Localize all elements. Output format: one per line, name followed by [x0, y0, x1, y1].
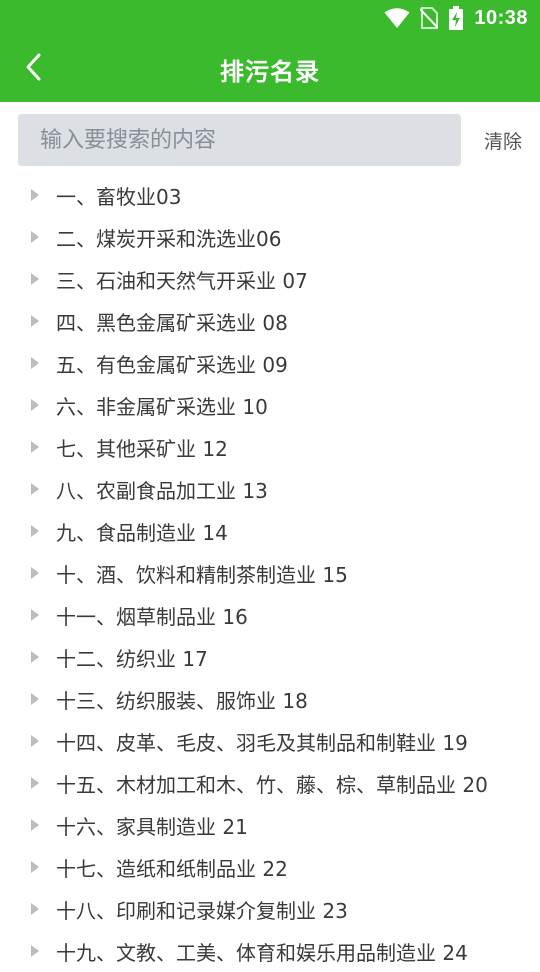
expand-arrow-icon	[0, 902, 56, 916]
list-item[interactable]: 十八、印刷和记录媒介复制业 23	[0, 888, 540, 930]
wifi-icon	[384, 7, 410, 29]
expand-arrow-icon	[0, 818, 56, 832]
list-item[interactable]: 四、黑色金属矿采选业 08	[0, 300, 540, 342]
expand-arrow-icon	[0, 860, 56, 874]
list-item[interactable]: 六、非金属矿采选业 10	[0, 384, 540, 426]
status-bar: 10:38	[0, 0, 540, 36]
no-sim-icon	[420, 7, 439, 29]
expand-arrow-icon	[0, 356, 56, 370]
clear-button[interactable]: 清除	[468, 114, 538, 166]
list-item-label: 六、非金属矿采选业 10	[56, 394, 268, 419]
list-item-label: 十九、文教、工美、体育和娱乐用品制造业 24	[56, 940, 468, 965]
list-item-label: 十一、烟草制品业 16	[56, 604, 248, 629]
page-title: 排污名录	[220, 57, 320, 86]
list-item-label: 十二、纺织业 17	[56, 646, 208, 671]
list-item[interactable]: 二、煤炭开采和洗选业06	[0, 216, 540, 258]
list-item-label: 四、黑色金属矿采选业 08	[56, 310, 288, 335]
expand-arrow-icon	[0, 566, 56, 580]
expand-arrow-icon	[0, 314, 56, 328]
expand-arrow-icon	[0, 398, 56, 412]
list-item[interactable]: 十一、烟草制品业 16	[0, 594, 540, 636]
list-item[interactable]: 十九、文教、工美、体育和娱乐用品制造业 24	[0, 930, 540, 972]
battery-charging-icon	[448, 6, 464, 30]
list-item-label: 八、农副食品加工业 13	[56, 478, 268, 503]
list-item-label: 五、有色金属矿采选业 09	[56, 352, 288, 377]
list-item[interactable]: 五、有色金属矿采选业 09	[0, 342, 540, 384]
list-item[interactable]: 八、农副食品加工业 13	[0, 468, 540, 510]
expand-arrow-icon	[0, 524, 56, 538]
search-bar: 清除	[0, 102, 540, 172]
list-item-label: 二、煤炭开采和洗选业06	[56, 226, 282, 251]
status-time: 10:38	[474, 6, 528, 29]
expand-arrow-icon	[0, 944, 56, 958]
list-item-label: 十五、木材加工和木、竹、藤、棕、草制品业 20	[56, 772, 488, 797]
list-item[interactable]: 十七、造纸和纸制品业 22	[0, 846, 540, 888]
expand-arrow-icon	[0, 230, 56, 244]
expand-arrow-icon	[0, 650, 56, 664]
list-item[interactable]: 九、食品制造业 14	[0, 510, 540, 552]
expand-arrow-icon	[0, 734, 56, 748]
app-bar: 排污名录	[0, 36, 540, 102]
expand-arrow-icon	[0, 482, 56, 496]
list-item-label: 十四、皮革、毛皮、羽毛及其制品和制鞋业 19	[56, 730, 468, 755]
list-item-label: 一、畜牧业03	[56, 184, 182, 209]
list-item-label: 十七、造纸和纸制品业 22	[56, 856, 288, 881]
list-item[interactable]: 十四、皮革、毛皮、羽毛及其制品和制鞋业 19	[0, 720, 540, 762]
list-item-label: 七、其他采矿业 12	[56, 436, 228, 461]
expand-arrow-icon	[0, 692, 56, 706]
list-item[interactable]: 十、酒、饮料和精制茶制造业 15	[0, 552, 540, 594]
list-item-label: 九、食品制造业 14	[56, 520, 228, 545]
category-list: 一、畜牧业03 二、煤炭开采和洗选业06 三、石油和天然气开采业 07 四、黑色金属矿…	[0, 174, 540, 972]
list-item-label: 十三、纺织服装、服饰业 18	[56, 688, 308, 713]
list-item-label: 十、酒、饮料和精制茶制造业 15	[56, 562, 348, 587]
expand-arrow-icon	[0, 188, 56, 202]
expand-arrow-icon	[0, 776, 56, 790]
search-input[interactable]	[18, 114, 461, 166]
list-item[interactable]: 七、其他采矿业 12	[0, 426, 540, 468]
list-item-label: 三、石油和天然气开采业 07	[56, 268, 308, 293]
list-item[interactable]: 三、石油和天然气开采业 07	[0, 258, 540, 300]
list-item[interactable]: 十三、纺织服装、服饰业 18	[0, 678, 540, 720]
expand-arrow-icon	[0, 440, 56, 454]
list-item-label: 十六、家具制造业 21	[56, 814, 248, 839]
list-item-label: 十八、印刷和记录媒介复制业 23	[56, 898, 348, 923]
list-item[interactable]: 十六、家具制造业 21	[0, 804, 540, 846]
list-item[interactable]: 十五、木材加工和木、竹、藤、棕、草制品业 20	[0, 762, 540, 804]
list-item[interactable]: 一、畜牧业03	[0, 174, 540, 216]
list-item[interactable]: 十二、纺织业 17	[0, 636, 540, 678]
expand-arrow-icon	[0, 272, 56, 286]
expand-arrow-icon	[0, 608, 56, 622]
